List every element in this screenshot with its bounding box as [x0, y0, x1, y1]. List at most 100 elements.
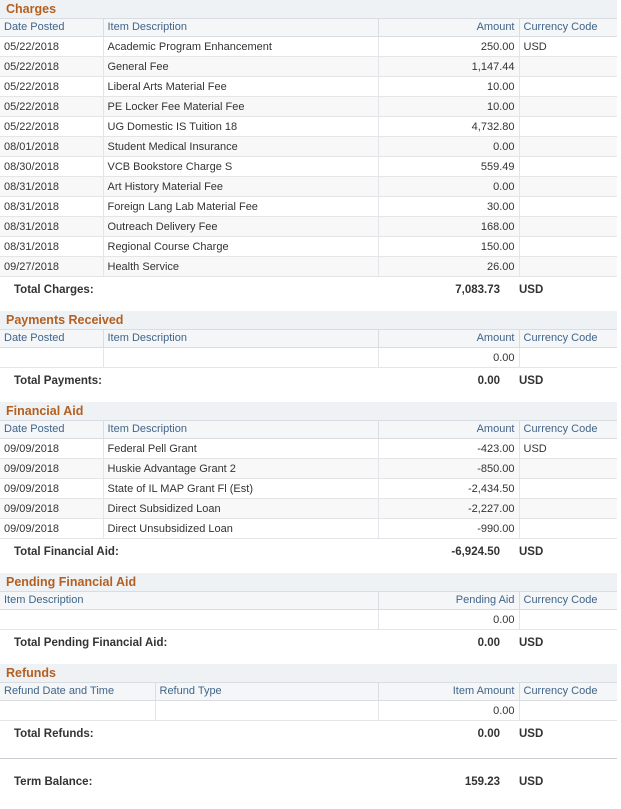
- column-header-refund-type[interactable]: Refund Type: [155, 683, 378, 701]
- column-header-currency-code[interactable]: Currency Code: [519, 330, 617, 348]
- cell-amount: 30.00: [378, 197, 519, 217]
- section-refunds: Refunds Refund Date and Time Refund Type…: [0, 664, 617, 749]
- table-row: 05/22/2018 Academic Program Enhancement …: [0, 37, 617, 57]
- column-header-item-description[interactable]: Item Description: [103, 421, 378, 439]
- cell-amount: 0.00: [378, 348, 519, 368]
- cell-description: General Fee: [103, 57, 378, 77]
- account-summary-page: Charges Date Posted Item Description Amo…: [0, 0, 621, 797]
- column-header-item-description[interactable]: Item Description: [103, 330, 378, 348]
- cell-amount: 0.00: [378, 137, 519, 157]
- cell-date: 08/31/2018: [0, 177, 103, 197]
- column-header-item-description[interactable]: Item Description: [103, 19, 378, 37]
- cell-amount: 150.00: [378, 237, 519, 257]
- cell-description: State of IL MAP Grant Fl (Est): [103, 479, 378, 499]
- cell-amount: 168.00: [378, 217, 519, 237]
- section-pending-financial-aid: Pending Financial Aid Item Description P…: [0, 573, 617, 658]
- total-payments-row: Total Payments: 0.00 USD: [0, 368, 617, 396]
- cell-description: VCB Bookstore Charge S: [103, 157, 378, 177]
- table-header-row: Date Posted Item Description Amount Curr…: [0, 421, 617, 439]
- section-title-financial-aid: Financial Aid: [0, 402, 617, 420]
- cell-description: Federal Pell Grant: [103, 439, 378, 459]
- cell-amount: -990.00: [378, 519, 519, 539]
- cell-date: 09/09/2018: [0, 479, 103, 499]
- cell-currency: USD: [519, 439, 617, 459]
- table-row: 09/09/2018 Huskie Advantage Grant 2 -850…: [0, 459, 617, 479]
- column-header-refund-date-and-time[interactable]: Refund Date and Time: [0, 683, 155, 701]
- cell-refund-date: [0, 701, 155, 721]
- cell-description: UG Domestic IS Tuition 18: [103, 117, 378, 137]
- section-title-pending-financial-aid: Pending Financial Aid: [0, 573, 617, 591]
- cell-currency: [519, 459, 617, 479]
- cell-date: [0, 348, 103, 368]
- term-balance-label: Term Balance:: [14, 776, 92, 788]
- cell-currency: [519, 237, 617, 257]
- table-row: 08/31/2018 Outreach Delivery Fee 168.00: [0, 217, 617, 237]
- total-financial-aid-currency: USD: [519, 546, 543, 558]
- cell-currency: [519, 117, 617, 137]
- table-row: 08/31/2018 Foreign Lang Lab Material Fee…: [0, 197, 617, 217]
- cell-currency: [519, 701, 617, 721]
- cell-date: 05/22/2018: [0, 97, 103, 117]
- total-charges-currency: USD: [519, 284, 543, 296]
- cell-amount: -850.00: [378, 459, 519, 479]
- table-header-row: Refund Date and Time Refund Type Item Am…: [0, 683, 617, 701]
- cell-date: 09/09/2018: [0, 439, 103, 459]
- total-pending-financial-aid-currency: USD: [519, 637, 543, 649]
- table-row: 09/09/2018 Federal Pell Grant -423.00 US…: [0, 439, 617, 459]
- column-header-date-posted[interactable]: Date Posted: [0, 421, 103, 439]
- cell-description: Art History Material Fee: [103, 177, 378, 197]
- column-header-currency-code[interactable]: Currency Code: [519, 421, 617, 439]
- term-balance-row: Term Balance: 159.23 USD: [0, 769, 617, 797]
- column-header-amount[interactable]: Amount: [378, 421, 519, 439]
- cell-date: 05/22/2018: [0, 77, 103, 97]
- cell-amount: 250.00: [378, 37, 519, 57]
- pending-financial-aid-table: Item Description Pending Aid Currency Co…: [0, 591, 617, 630]
- cell-description: Direct Unsubsidized Loan: [103, 519, 378, 539]
- total-pending-financial-aid-row: Total Pending Financial Aid: 0.00 USD: [0, 630, 617, 658]
- table-row: 09/09/2018 State of IL MAP Grant Fl (Est…: [0, 479, 617, 499]
- cell-date: 08/30/2018: [0, 157, 103, 177]
- table-row: 09/09/2018 Direct Unsubsidized Loan -990…: [0, 519, 617, 539]
- column-header-amount[interactable]: Amount: [378, 330, 519, 348]
- column-header-date-posted[interactable]: Date Posted: [0, 19, 103, 37]
- cell-amount: 10.00: [378, 77, 519, 97]
- column-header-date-posted[interactable]: Date Posted: [0, 330, 103, 348]
- cell-amount: 10.00: [378, 97, 519, 117]
- table-row: 05/22/2018 PE Locker Fee Material Fee 10…: [0, 97, 617, 117]
- table-row: 08/01/2018 Student Medical Insurance 0.0…: [0, 137, 617, 157]
- cell-currency: [519, 499, 617, 519]
- column-header-currency-code[interactable]: Currency Code: [519, 592, 617, 610]
- cell-currency: [519, 57, 617, 77]
- column-header-currency-code[interactable]: Currency Code: [519, 683, 617, 701]
- table-header-row: Date Posted Item Description Amount Curr…: [0, 19, 617, 37]
- refunds-table: Refund Date and Time Refund Type Item Am…: [0, 682, 617, 721]
- total-charges-amount: 7,083.73: [378, 284, 500, 296]
- term-balance-amount: 159.23: [378, 776, 500, 788]
- cell-currency: [519, 479, 617, 499]
- cell-description: Outreach Delivery Fee: [103, 217, 378, 237]
- total-charges-row: Total Charges: 7,083.73 USD: [0, 277, 617, 305]
- cell-date: 05/22/2018: [0, 117, 103, 137]
- table-row: 0.00: [0, 348, 617, 368]
- section-title-payments-received: Payments Received: [0, 311, 617, 329]
- cell-amount: -2,434.50: [378, 479, 519, 499]
- total-refunds-label: Total Refunds:: [14, 728, 94, 740]
- section-payments-received: Payments Received Date Posted Item Descr…: [0, 311, 617, 396]
- total-charges-label: Total Charges:: [14, 284, 94, 296]
- total-financial-aid-amount: -6,924.50: [378, 546, 500, 558]
- total-payments-label: Total Payments:: [14, 375, 102, 387]
- financial-aid-table: Date Posted Item Description Amount Curr…: [0, 420, 617, 539]
- table-row: 08/31/2018 Art History Material Fee 0.00: [0, 177, 617, 197]
- cell-currency: [519, 257, 617, 277]
- total-refunds-row: Total Refunds: 0.00 USD: [0, 721, 617, 749]
- total-refunds-currency: USD: [519, 728, 543, 740]
- column-header-currency-code[interactable]: Currency Code: [519, 19, 617, 37]
- cell-currency: [519, 137, 617, 157]
- cell-currency: [519, 197, 617, 217]
- column-header-item-description[interactable]: Item Description: [0, 592, 378, 610]
- column-header-pending-aid[interactable]: Pending Aid: [378, 592, 519, 610]
- column-header-amount[interactable]: Amount: [378, 19, 519, 37]
- section-title-refunds: Refunds: [0, 664, 617, 682]
- payments-table: Date Posted Item Description Amount Curr…: [0, 329, 617, 368]
- column-header-item-amount[interactable]: Item Amount: [378, 683, 519, 701]
